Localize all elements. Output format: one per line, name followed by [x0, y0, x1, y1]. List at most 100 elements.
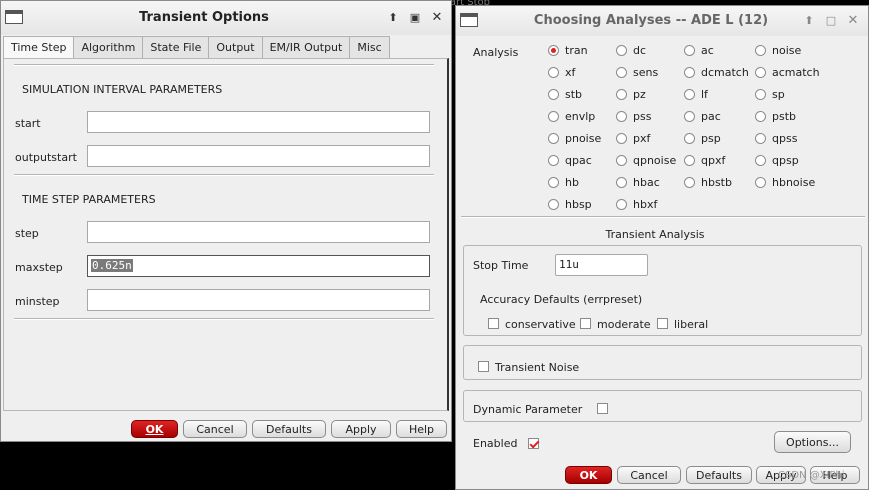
radio-qpac[interactable] — [548, 155, 559, 166]
radio-pss[interactable] — [616, 111, 627, 122]
radio-hbac[interactable] — [616, 177, 627, 188]
step-field[interactable] — [87, 221, 430, 243]
radio-label-qpac: qpac — [565, 154, 592, 167]
radio-qpsp[interactable] — [755, 155, 766, 166]
radio-hbstb[interactable] — [684, 177, 695, 188]
analysis-label: Analysis — [473, 46, 519, 59]
transient-noise-checkbox[interactable] — [478, 361, 489, 372]
tab-output[interactable]: Output — [208, 36, 263, 58]
radio-tran[interactable] — [548, 45, 559, 56]
liberal-label: liberal — [674, 318, 709, 331]
radio-label-qpsp: qpsp — [772, 154, 799, 167]
start-field[interactable] — [87, 111, 430, 133]
radio-psp[interactable] — [684, 133, 695, 144]
radio-label-tran: tran — [565, 44, 588, 57]
maxstep-field[interactable]: 0.625n — [87, 255, 430, 277]
moderate-checkbox[interactable] — [580, 318, 591, 329]
radio-pz[interactable] — [616, 89, 627, 100]
maximize-icon[interactable]: ⬆ — [801, 14, 817, 28]
restore-icon[interactable]: ▣ — [407, 11, 423, 25]
radio-sens[interactable] — [616, 67, 627, 78]
radio-label-psp: psp — [701, 132, 721, 145]
divider — [14, 318, 434, 320]
ok-button[interactable]: OK — [131, 420, 178, 438]
radio-envlp[interactable] — [548, 111, 559, 122]
close-icon[interactable]: ✕ — [429, 11, 445, 25]
step-label: step — [15, 227, 39, 240]
tab-state-file[interactable]: State File — [142, 36, 210, 58]
radio-dc[interactable] — [616, 45, 627, 56]
defaults-button[interactable]: Defaults — [252, 420, 326, 438]
radio-label-sp: sp — [772, 88, 785, 101]
radio-label-dc: dc — [633, 44, 647, 57]
radio-hbxf[interactable] — [616, 199, 627, 210]
minstep-field[interactable] — [87, 289, 430, 311]
ok-button[interactable]: OK — [565, 466, 612, 484]
enabled-checkbox[interactable] — [528, 438, 539, 449]
radio-dcmatch[interactable] — [684, 67, 695, 78]
radio-label-envlp: envlp — [565, 110, 596, 123]
radio-pnoise[interactable] — [548, 133, 559, 144]
close-icon[interactable]: ✕ — [845, 14, 861, 28]
defaults-button[interactable]: Defaults — [686, 466, 752, 484]
radio-ac[interactable] — [684, 45, 695, 56]
radio-lf[interactable] — [684, 89, 695, 100]
tab-time-step[interactable]: Time Step — [3, 36, 75, 59]
title-bar[interactable]: Choosing Analyses -- ADE L (12) ⬆ □ ✕ — [456, 6, 868, 36]
radio-qpnoise[interactable] — [616, 155, 627, 166]
radio-pac[interactable] — [684, 111, 695, 122]
dynamic-parameter-checkbox[interactable] — [597, 403, 608, 414]
liberal-checkbox[interactable] — [657, 318, 668, 329]
maxstep-label: maxstep — [15, 261, 63, 274]
radio-qpxf[interactable] — [684, 155, 695, 166]
radio-noise[interactable] — [755, 45, 766, 56]
section-interval-heading: SIMULATION INTERVAL PARAMETERS — [22, 83, 223, 96]
radio-label-stb: stb — [565, 88, 583, 101]
divider — [461, 216, 865, 218]
tab-misc[interactable]: Misc — [349, 36, 390, 58]
radio-acmatch[interactable] — [755, 67, 766, 78]
outputstart-field[interactable] — [87, 145, 430, 167]
stop-time-field[interactable]: 11u — [555, 254, 648, 276]
radio-qpss[interactable] — [755, 133, 766, 144]
radio-label-hbnoise: hbnoise — [772, 176, 816, 189]
maxstep-value: 0.625n — [91, 259, 133, 272]
time-step-panel: SIMULATION INTERVAL PARAMETERS start out… — [3, 58, 449, 411]
window-icon[interactable] — [460, 13, 478, 27]
window-icon[interactable] — [5, 10, 23, 24]
maximize-icon[interactable]: ⬆ — [385, 11, 401, 25]
radio-label-ac: ac — [701, 44, 714, 57]
radio-hbsp[interactable] — [548, 199, 559, 210]
radio-label-hbstb: hbstb — [701, 176, 732, 189]
radio-sp[interactable] — [755, 89, 766, 100]
options-button[interactable]: Options... — [774, 431, 851, 453]
title-bar[interactable]: Transient Options ⬆ ▣ ✕ — [1, 1, 451, 35]
conservative-checkbox[interactable] — [488, 318, 499, 329]
radio-label-qpnoise: qpnoise — [633, 154, 677, 167]
dynamic-parameter-label: Dynamic Parameter — [473, 403, 583, 416]
help-button[interactable]: Help — [396, 420, 447, 438]
radio-label-hb: hb — [565, 176, 579, 189]
radio-label-acmatch: acmatch — [772, 66, 820, 79]
radio-label-pz: pz — [633, 88, 646, 101]
radio-xf[interactable] — [548, 67, 559, 78]
cancel-button[interactable]: Cancel — [183, 420, 247, 438]
radio-pstb[interactable] — [755, 111, 766, 122]
tab-bar: Time Step Algorithm State File Output EM… — [3, 36, 390, 59]
apply-button[interactable]: Apply — [331, 420, 391, 438]
divider — [14, 174, 434, 176]
radio-pxf[interactable] — [616, 133, 627, 144]
radio-hb[interactable] — [548, 177, 559, 188]
tab-em-ir-output[interactable]: EM/IR Output — [261, 36, 351, 58]
transient-noise-label: Transient Noise — [495, 361, 580, 374]
radio-label-dcmatch: dcmatch — [701, 66, 749, 79]
outputstart-label: outputstart — [15, 151, 77, 164]
tab-algorithm[interactable]: Algorithm — [73, 36, 144, 58]
radio-hbnoise[interactable] — [755, 177, 766, 188]
radio-label-pac: pac — [701, 110, 721, 123]
transient-analysis-title: Transient Analysis — [605, 228, 705, 241]
cancel-button[interactable]: Cancel — [617, 466, 681, 484]
choosing-analyses-window: Choosing Analyses -- ADE L (12) ⬆ □ ✕ An… — [455, 5, 869, 490]
radio-stb[interactable] — [548, 89, 559, 100]
restore-icon[interactable]: □ — [823, 14, 839, 28]
